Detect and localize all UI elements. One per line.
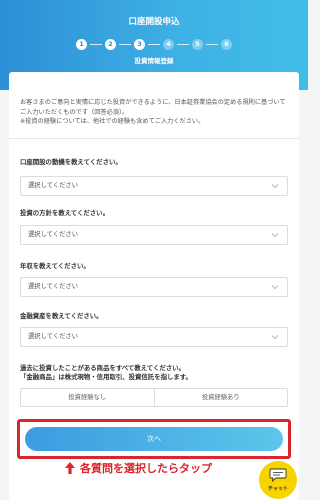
- chat-button[interactable]: チャット: [259, 461, 297, 499]
- select-placeholder: 選択してください: [28, 231, 78, 238]
- step-1: 1: [76, 38, 87, 50]
- assets-select[interactable]: 選択してください: [20, 327, 288, 347]
- select-placeholder: 選択してください: [28, 283, 78, 290]
- no-experience-button[interactable]: 投資経験なし: [21, 389, 154, 406]
- step-4: 4: [163, 38, 174, 50]
- step-connector: [177, 43, 189, 45]
- experience-toggle: 投資経験なし 投資経験あり: [20, 388, 288, 407]
- notice-text: お客さまのご意向と実情に応じた投資ができるように、日本証券業協会の定める規則に基…: [20, 98, 288, 127]
- chevron-down-icon: [271, 335, 279, 340]
- step-connector: [90, 43, 102, 45]
- step-connector: [119, 43, 131, 45]
- step-indicator: 1 2 3 4 5 6: [0, 37, 308, 51]
- arrow-up-icon: [65, 462, 75, 474]
- question-label-assets: 金融資産を教えてください。: [20, 312, 103, 320]
- step-3-current: 3: [134, 38, 145, 50]
- notice-line-2: ※投資の経験については、他社での経験も含めてご入力ください。: [20, 118, 205, 125]
- divider: [9, 138, 299, 139]
- page-title: 口座開設申込: [128, 17, 180, 27]
- step-connector: [206, 43, 218, 45]
- select-placeholder: 選択してください: [28, 182, 78, 189]
- chevron-down-icon: [271, 233, 279, 238]
- experience-label-line-2: 「金融商品」は株式現物・信用取引、投資信託を指します。: [20, 373, 192, 381]
- chat-label: チャット: [268, 486, 288, 492]
- step-connector: [148, 43, 160, 45]
- motive-select[interactable]: 選択してください: [20, 176, 288, 196]
- annotation-text: 各質問を選択したらタップ: [80, 462, 212, 475]
- question-label-motive: 口座開設の動機を教えてください。: [20, 158, 122, 166]
- has-experience-button[interactable]: 投資経験あり: [153, 389, 287, 406]
- step-5: 5: [192, 38, 203, 50]
- select-placeholder: 選択してください: [28, 333, 78, 340]
- question-label-income: 年収を教えてください。: [20, 262, 90, 270]
- chevron-down-icon: [271, 184, 279, 189]
- annotation-note: 各質問を選択したらタップ: [64, 459, 212, 477]
- policy-select[interactable]: 選択してください: [20, 225, 288, 245]
- question-label-policy: 投資の方針を教えてください。: [20, 209, 109, 217]
- notice-line-1: お客さまのご意向と実情に応じた投資ができるように、日本証券業協会の定める規則に基…: [20, 99, 286, 116]
- experience-label-line-1: 過去に投資したことがある商品をすべて教えてください。: [20, 364, 185, 372]
- chevron-down-icon: [271, 285, 279, 290]
- income-select[interactable]: 選択してください: [20, 277, 288, 297]
- question-label-experience: 過去に投資したことがある商品をすべて教えてください。 「金融商品」は株式現物・信…: [20, 364, 288, 382]
- step-2: 2: [105, 38, 116, 50]
- chat-bubble-icon: [269, 468, 287, 482]
- step-6: 6: [221, 38, 232, 50]
- step-subtitle: 投資情報登録: [134, 57, 174, 65]
- annotation-highlight-box: [17, 419, 291, 459]
